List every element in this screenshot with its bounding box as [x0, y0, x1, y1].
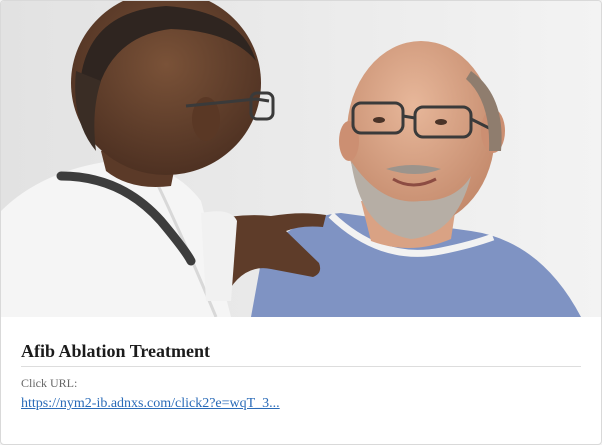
doctor-patient-photo	[1, 1, 601, 317]
click-url-link[interactable]: https://nym2-ib.adnxs.com/click2?e=wqT_3…	[21, 395, 280, 413]
click-url-label: Click URL:	[21, 376, 78, 390]
ad-image[interactable]	[1, 1, 601, 317]
ad-headline[interactable]: Afib Ablation Treatment	[21, 339, 581, 367]
ad-card[interactable]: Afib Ablation Treatment Click URL: https…	[0, 0, 602, 445]
ad-content: Afib Ablation Treatment Click URL: https…	[21, 339, 581, 413]
